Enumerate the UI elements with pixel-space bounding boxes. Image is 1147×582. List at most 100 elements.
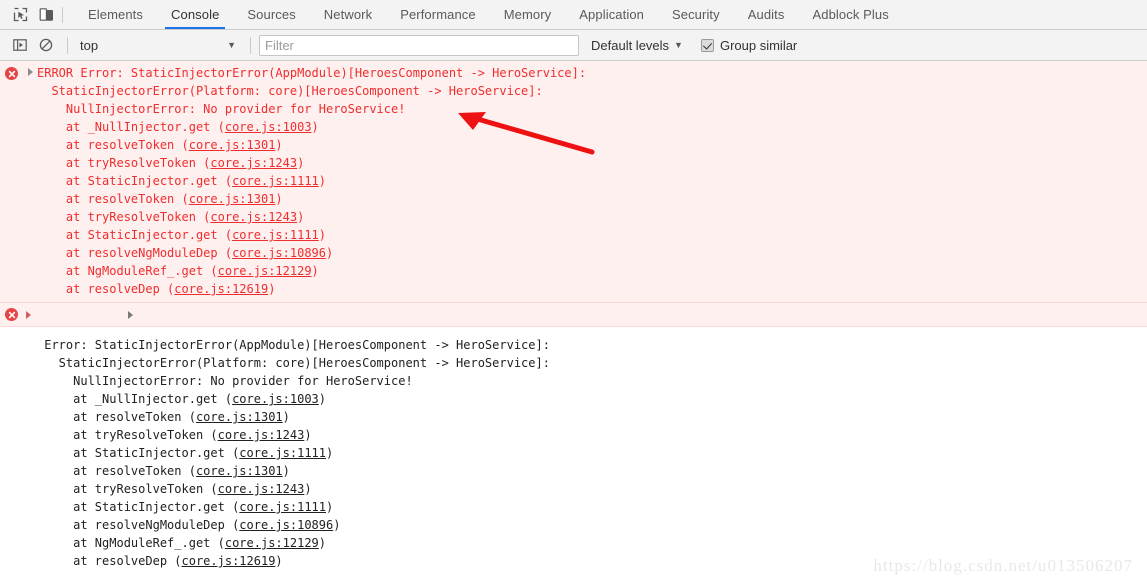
stack-frame-text: at NgModuleRef_.get (	[37, 536, 225, 550]
toolbar-divider	[62, 6, 63, 23]
tab-label: Sources	[247, 7, 296, 22]
stack-frame-text: at resolveDep (	[37, 554, 182, 568]
source-link[interactable]: core.js:1301	[189, 138, 276, 152]
source-link[interactable]: core.js:12129	[218, 264, 312, 278]
stack-frame-close: )	[318, 392, 327, 406]
group-similar-checkbox[interactable]	[700, 38, 714, 52]
stack-frame-close: )	[311, 264, 319, 278]
error-line: Error: StaticInjectorError(AppModule)[He…	[37, 338, 550, 352]
source-link[interactable]: core.js:1301	[196, 464, 283, 478]
console-filter-input[interactable]	[259, 34, 579, 56]
error-message-body: ERROR Error: StaticInjectorError(AppModu…	[0, 64, 1147, 298]
tab-label: Network	[323, 7, 373, 22]
execution-context-select[interactable]: top ▼	[76, 35, 242, 56]
clear-console-icon[interactable]	[33, 33, 59, 57]
error-line: StaticInjectorError(Platform: core)[Hero…	[37, 356, 550, 370]
error-prefix: ERROR	[37, 66, 81, 80]
stack-frame-text: at resolveNgModuleDep (	[37, 518, 240, 532]
source-link[interactable]: core.js:1243	[218, 482, 305, 496]
source-link[interactable]: core.js:1003	[225, 120, 312, 134]
tab-elements[interactable]: Elements	[74, 0, 157, 29]
console-message-error-context[interactable]: ERROR CONTEXT DebugContext_ {view: {…}, …	[0, 303, 1147, 436]
error-line: Error: StaticInjectorError(AppModule)[He…	[80, 66, 587, 80]
error-icon	[5, 308, 18, 321]
tab-sources[interactable]: Sources	[233, 0, 309, 29]
source-link[interactable]: core.js:10896	[232, 246, 326, 260]
inspect-element-icon[interactable]	[7, 3, 33, 27]
stack-frame-close: )	[304, 482, 312, 496]
stack-frame-close: )	[326, 246, 334, 260]
show-console-sidebar-icon[interactable]	[7, 33, 33, 57]
console-filter-bar: top ▼ Default levels ▼ Group similar	[0, 30, 1147, 61]
source-link[interactable]: core.js:1301	[196, 410, 283, 424]
object-expand-triangle-icon[interactable]	[128, 311, 133, 319]
stack-frame-text: at tryResolveToken (	[37, 428, 218, 442]
console-message-error[interactable]: ERROR Error: StaticInjectorError(AppModu…	[0, 61, 1147, 303]
expand-triangle-icon[interactable]	[28, 68, 33, 76]
stack-frame-text: at tryResolveToken (	[37, 210, 211, 224]
stack-frame-close: )	[268, 282, 276, 296]
stack-frame-close: )	[282, 410, 290, 424]
stack-frame-close: )	[318, 536, 326, 550]
tab-memory[interactable]: Memory	[490, 0, 566, 29]
filterbar-divider-2	[250, 36, 251, 54]
tab-label: Application	[579, 7, 644, 22]
stack-frame-close: )	[318, 228, 327, 242]
source-link[interactable]: core.js:12619	[182, 554, 276, 568]
source-link[interactable]: core.js:1111	[239, 446, 326, 460]
watermark-text: https://blog.csdn.net/u013506207	[873, 556, 1133, 575]
stack-frame-text: at resolveToken (	[37, 138, 189, 152]
source-link[interactable]: core.js:12619	[174, 282, 268, 296]
console-message-plain[interactable]: Error: StaticInjectorError(AppModule)[He…	[0, 327, 1147, 578]
tab-label: Console	[171, 7, 220, 22]
stack-frame-text: at resolveToken (	[37, 410, 196, 424]
source-link[interactable]: core.js:1111	[239, 500, 326, 514]
stack-frame-text: at resolveToken (	[37, 464, 196, 478]
log-levels-dropdown[interactable]: Default levels ▼	[591, 38, 683, 53]
source-link[interactable]: core.js:1111	[232, 228, 319, 242]
stack-frame-close: )	[304, 428, 312, 442]
source-link[interactable]: core.js:1301	[189, 192, 276, 206]
tab-audits[interactable]: Audits	[734, 0, 799, 29]
stack-frame-text: at StaticInjector.get (	[37, 500, 240, 514]
stack-frame-close: )	[326, 500, 334, 514]
device-toolbar-icon[interactable]	[33, 3, 59, 27]
stack-frame-close: )	[297, 156, 305, 170]
stack-frame-text: at tryResolveToken (	[37, 156, 211, 170]
stack-frame-text: at _NullInjector.get (	[37, 120, 225, 134]
source-link[interactable]: core.js:1111	[232, 174, 319, 188]
tab-application[interactable]: Application	[565, 0, 658, 29]
chevron-down-icon: ▼	[674, 39, 683, 50]
toolbar-icon-group	[0, 0, 74, 29]
source-link[interactable]: core.js:10896	[239, 518, 333, 532]
stack-frame-text: at resolveNgModuleDep (	[37, 246, 233, 260]
stack-frame-close: )	[326, 446, 334, 460]
source-link[interactable]: core.js:1243	[218, 428, 305, 442]
stack-frame-close: )	[282, 464, 290, 478]
tab-performance[interactable]: Performance	[386, 0, 490, 29]
tab-adblock-plus[interactable]: Adblock Plus	[798, 0, 902, 29]
tab-security[interactable]: Security	[658, 0, 734, 29]
source-link[interactable]: core.js:1003	[232, 392, 319, 406]
stack-frame-text: at StaticInjector.get (	[37, 228, 233, 242]
source-link[interactable]: core.js:12129	[225, 536, 319, 550]
source-link[interactable]: core.js:1243	[210, 210, 297, 224]
source-link[interactable]: core.js:1243	[210, 156, 297, 170]
stack-frame-text: at resolveToken (	[37, 192, 189, 206]
stack-frame-text: at NgModuleRef_.get (	[37, 264, 218, 278]
tab-label: Elements	[88, 7, 143, 22]
stack-frame-close: )	[333, 518, 341, 532]
stack-frame-text: at StaticInjector.get (	[37, 446, 240, 460]
error-line: NullInjectorError: No provider for HeroS…	[37, 374, 413, 388]
group-similar-label: Group similar	[719, 37, 798, 53]
stack-frame-text: at resolveDep (	[37, 282, 175, 296]
tab-network[interactable]: Network	[310, 0, 386, 29]
tab-console[interactable]: Console	[157, 0, 233, 29]
expand-triangle-icon[interactable]	[26, 311, 31, 319]
stack-frame-close: )	[318, 174, 327, 188]
tab-label: Audits	[747, 7, 785, 22]
panel-tabs: Elements Console Sources Network Perform…	[74, 0, 903, 29]
group-similar-toggle[interactable]: Group similar	[700, 37, 798, 53]
error-line: NullInjectorError: No provider for HeroS…	[37, 102, 406, 116]
stack-frame-close: )	[275, 138, 283, 152]
